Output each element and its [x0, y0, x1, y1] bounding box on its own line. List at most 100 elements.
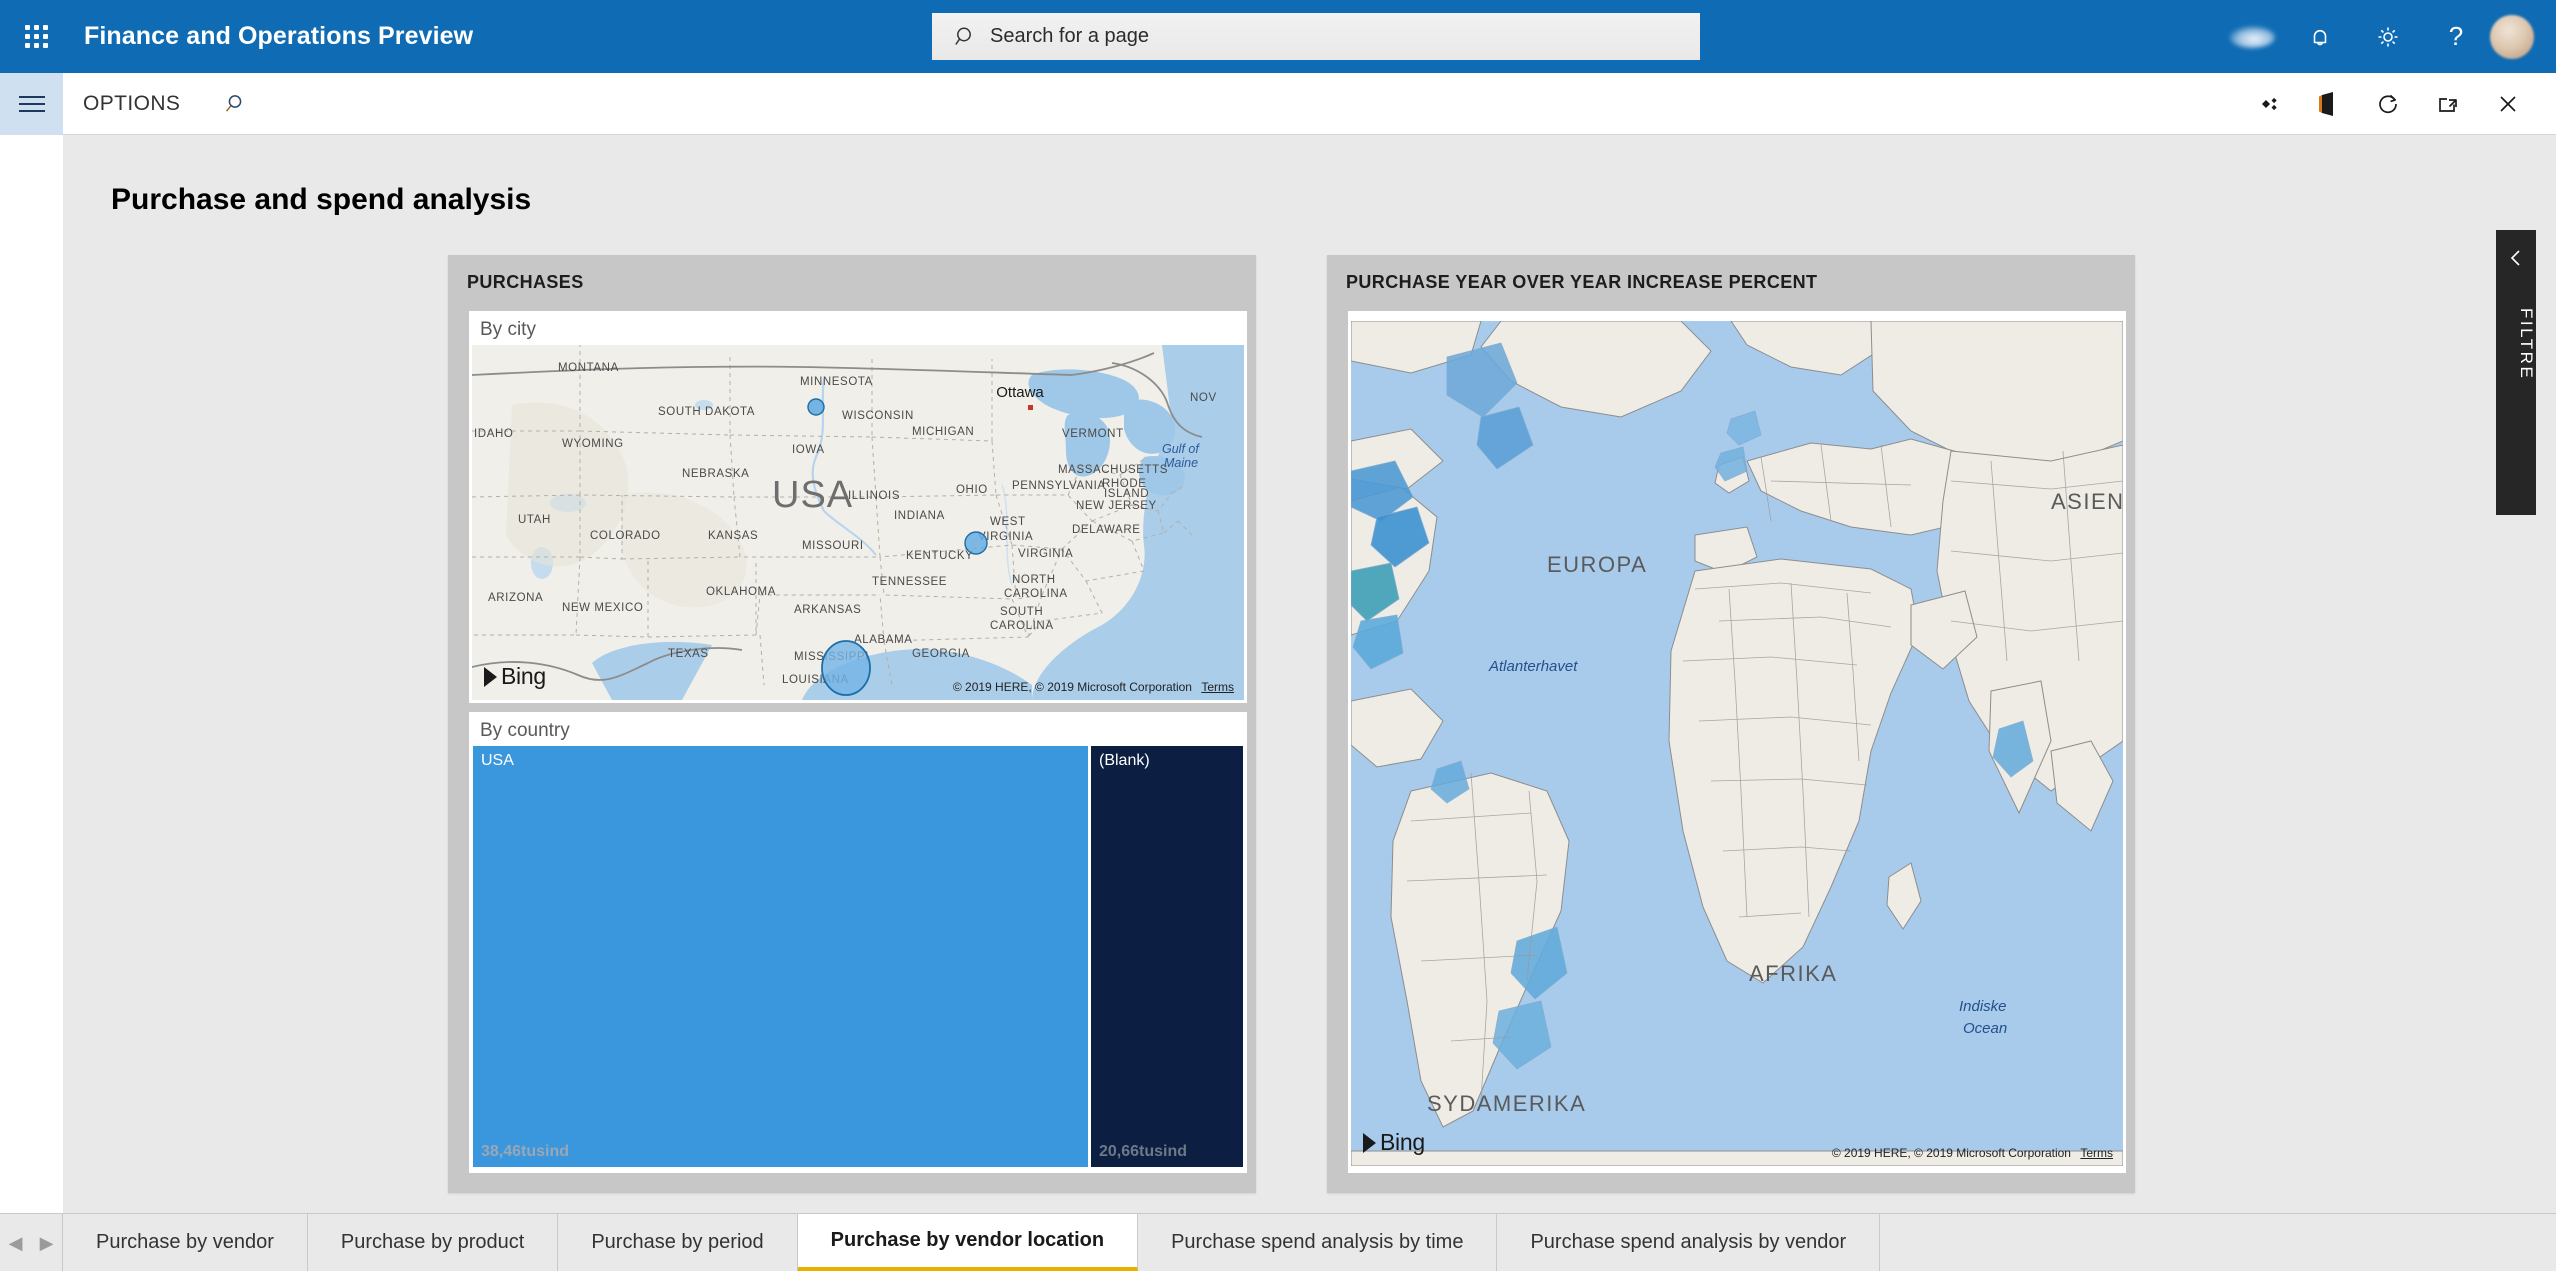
map-label-montana: MONTANA — [558, 362, 619, 374]
map-attribution-text: © 2019 HERE, © 2019 Microsoft Corporatio… — [952, 680, 1192, 694]
refresh-icon[interactable] — [2358, 73, 2418, 135]
bing-triangle-icon — [1363, 1132, 1376, 1153]
world-label-europa: EUROPA — [1547, 552, 1647, 577]
settings-gear-icon[interactable] — [2354, 0, 2422, 73]
toolbar-search-icon[interactable] — [222, 92, 246, 116]
tile-by-country-label: By country — [480, 720, 570, 741]
chevron-left-icon[interactable] — [2496, 248, 2536, 268]
map-label-georgia: GEORGIA — [912, 648, 970, 660]
tile-world-map[interactable]: EUROPA ASIEN AFRIKA SYDAMERIKA Atlanterh… — [1348, 311, 2126, 1173]
options-button[interactable]: OPTIONS — [83, 92, 180, 116]
map-label-utah: UTAH — [518, 514, 551, 526]
tile-purchases-by-city[interactable]: By city MONTANA MINNESOTA WISCONSIN IDAH… — [469, 311, 1247, 703]
user-avatar[interactable] — [2490, 14, 2534, 59]
tile-by-city-label: By city — [480, 319, 536, 340]
tab-scroll-controls: ◀ ▶ — [0, 1214, 63, 1271]
map-label-south-carolina-1: SOUTH — [1000, 606, 1043, 618]
map-label-massachusetts: MASSACHUSETTS — [1058, 464, 1168, 476]
header-icon-group: ? — [2218, 0, 2556, 73]
tab-prev-icon[interactable]: ◀ — [9, 1234, 23, 1252]
world-label-asien: ASIEN — [2051, 489, 2123, 514]
global-search[interactable]: Search for a page — [932, 13, 1700, 60]
world-label-atlanterhavet: Atlanterhavet — [1488, 658, 1578, 675]
treemap-cell-blank[interactable]: (Blank) 20,66tusind — [1091, 746, 1243, 1167]
map-label-wisconsin: WISCONSIN — [842, 410, 914, 422]
map-label-missouri: MISSOURI — [802, 540, 864, 552]
map-label-south-dakota: SOUTH DAKOTA — [658, 406, 755, 418]
map-label-tennessee: TENNESSEE — [872, 576, 947, 588]
world-label-afrika: AFRIKA — [1749, 961, 1837, 986]
bing-wordmark: Bing — [1380, 1129, 1425, 1155]
map-label-ohio: OHIO — [956, 484, 988, 496]
map-label-arizona: ARIZONA — [488, 592, 543, 604]
map-label-minnesota: MINNESOTA — [800, 376, 873, 388]
tab-purchase-by-vendor-location[interactable]: Purchase by vendor location — [797, 1214, 1139, 1271]
open-in-new-window-icon[interactable] — [2418, 73, 2478, 135]
map-label-nova-scotia: NOV — [1190, 392, 1217, 404]
page-title: Purchase and spend analysis — [111, 183, 532, 216]
tab-purchase-by-vendor[interactable]: Purchase by vendor — [63, 1214, 308, 1271]
map-label-illinois: ILLINOIS — [848, 490, 900, 502]
map-label-new-jersey: NEW JERSEY — [1076, 500, 1157, 512]
map-label-delaware: DELAWARE — [1072, 524, 1141, 536]
shapes-diamond-icon[interactable] — [2238, 73, 2298, 135]
toolbar-actions — [2238, 73, 2556, 135]
treemap-cell-blank-label: (Blank) — [1099, 752, 1150, 769]
map-label-north-carolina-1: NORTH — [1012, 574, 1056, 586]
office-app-icon[interactable] — [2298, 73, 2358, 135]
notification-bell-icon[interactable] — [2286, 0, 2354, 73]
map-label-arkansas: ARKANSAS — [794, 604, 861, 616]
map-attribution-usa: © 2019 HERE, © 2019 Microsoft Corporatio… — [953, 680, 1234, 694]
map-attribution-text: © 2019 HERE, © 2019 Microsoft Corporatio… — [1831, 1146, 2071, 1160]
app-title: Finance and Operations Preview — [84, 22, 474, 50]
map-label-wyoming: WYOMING — [562, 438, 624, 450]
tab-purchase-by-product[interactable]: Purchase by product — [307, 1214, 559, 1271]
panel-purchases-title: PURCHASES — [467, 272, 584, 292]
close-icon[interactable] — [2478, 73, 2538, 135]
map-attribution-world: © 2019 HERE, © 2019 Microsoft Corporatio… — [1832, 1146, 2113, 1160]
bing-logo-usa-map[interactable]: Bing — [484, 663, 546, 690]
data-bubble-small — [807, 398, 825, 416]
map-label-alabama: ALABAMA — [854, 634, 913, 646]
panel-purchase-yoy: PURCHASE YEAR OVER YEAR INCREASE PERCENT — [1327, 255, 2135, 1193]
treemap-cell-blank-value: 20,66tusind — [1099, 1143, 1188, 1160]
data-bubble-medium — [964, 531, 988, 555]
map-label-oklahoma: OKLAHOMA — [706, 586, 776, 598]
country-treemap: USA 38,46tusind (Blank) 20,66tusind — [473, 746, 1243, 1167]
map-label-south-carolina-2: CAROLINA — [990, 620, 1054, 632]
bing-triangle-icon — [484, 666, 497, 687]
treemap-cell-usa-label: USA — [481, 752, 514, 769]
help-question-icon[interactable]: ? — [2422, 0, 2490, 73]
map-label-kentucky: KENTUCKY — [906, 550, 973, 562]
map-label-kansas: KANSAS — [708, 530, 758, 542]
map-label-iowa: IOWA — [792, 444, 825, 456]
bing-logo-world-map[interactable]: Bing — [1363, 1129, 1425, 1156]
tab-purchase-by-period[interactable]: Purchase by period — [558, 1214, 798, 1271]
map-terms-link[interactable]: Terms — [2080, 1146, 2113, 1160]
tab-purchase-spend-analysis-by-time[interactable]: Purchase spend analysis by time — [1138, 1214, 1498, 1271]
tile-purchases-by-country[interactable]: By country USA 38,46tusind (Blank) 20,66… — [469, 712, 1247, 1173]
map-label-pennsylvania: PENNSYLVANIA — [1012, 480, 1106, 492]
data-bubble-large — [821, 640, 871, 696]
world-label-sydamerika: SYDAMERIKA — [1427, 1091, 1586, 1116]
page-tab-bar: ◀ ▶ Purchase by vendor Purchase by produ… — [0, 1213, 2556, 1271]
map-terms-link[interactable]: Terms — [1201, 680, 1234, 694]
secondary-toolbar: OPTIONS — [0, 72, 2556, 135]
world-choropleth-map[interactable]: EUROPA ASIEN AFRIKA SYDAMERIKA Atlanterh… — [1351, 321, 2123, 1166]
world-label-indiske-ocean-2: Ocean — [1963, 1020, 2007, 1037]
cloud-icon[interactable] — [2218, 0, 2286, 73]
map-label-vermont: VERMONT — [1062, 428, 1124, 440]
bing-wordmark: Bing — [501, 663, 546, 689]
hamburger-menu-icon[interactable] — [0, 72, 63, 135]
map-label-usa: USA — [772, 474, 853, 516]
tab-next-icon[interactable]: ▶ — [40, 1234, 54, 1252]
treemap-cell-usa[interactable]: USA 38,46tusind — [473, 746, 1088, 1167]
map-label-west-virginia-1: WEST — [990, 516, 1026, 528]
usa-bubble-map[interactable]: MONTANA MINNESOTA WISCONSIN IDAHO SOUTH … — [472, 345, 1244, 700]
map-label-north-carolina-2: CAROLINA — [1004, 588, 1068, 600]
map-label-new-mexico: NEW MEXICO — [562, 602, 643, 614]
filter-panel-tab[interactable]: FILTRE — [2496, 230, 2536, 515]
tab-purchase-spend-analysis-by-vendor[interactable]: Purchase spend analysis by vendor — [1497, 1214, 1881, 1271]
app-launcher-icon[interactable] — [0, 0, 73, 73]
search-input[interactable]: Search for a page — [932, 13, 1700, 60]
